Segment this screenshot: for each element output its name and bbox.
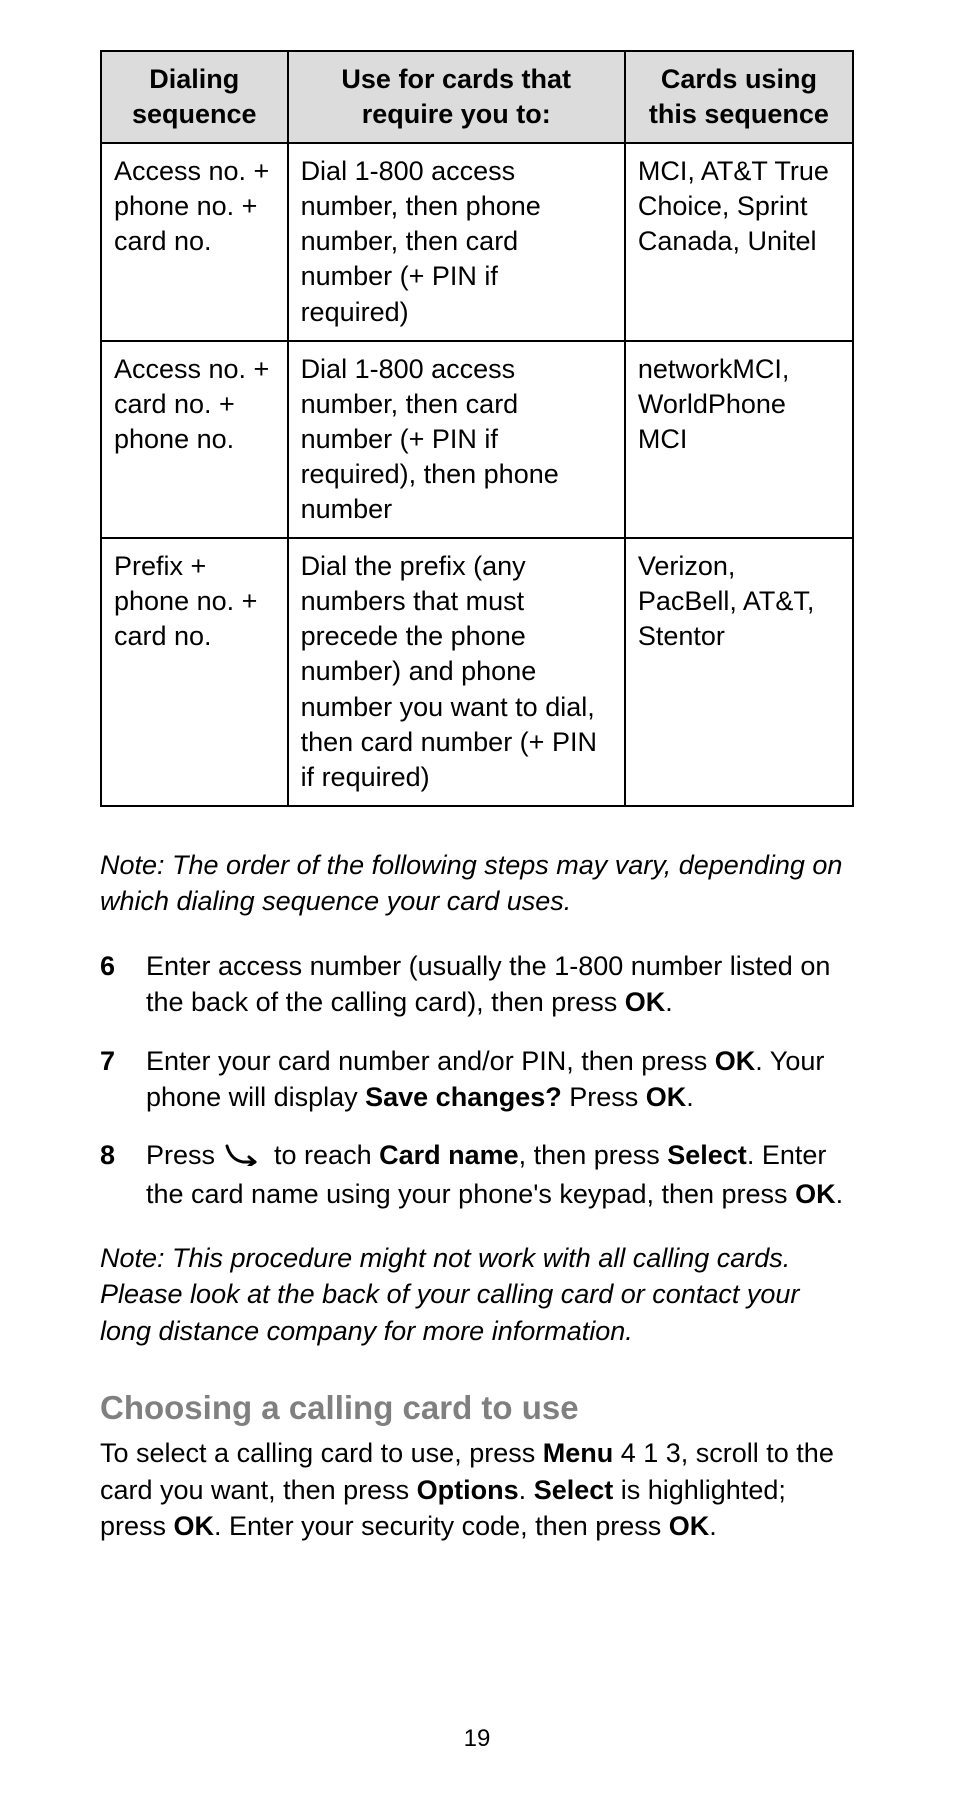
col-header-dialing: Dialing sequence bbox=[101, 51, 288, 143]
step-6: Enter access number (usually the 1-800 n… bbox=[100, 948, 854, 1021]
cell-seq: Access no. + phone no. + card no. bbox=[101, 143, 288, 340]
cell-use: Dial 1-800 access number, then phone num… bbox=[288, 143, 625, 340]
cell-cards: Verizon, PacBell, AT&T, Stentor bbox=[625, 538, 853, 806]
page-number: 19 bbox=[100, 1725, 854, 1753]
table-row: Access no. + phone no. + card no. Dial 1… bbox=[101, 143, 853, 340]
table-row: Access no. + card no. + phone no. Dial 1… bbox=[101, 341, 853, 538]
cell-cards: MCI, AT&T True Choice, Sprint Canada, Un… bbox=[625, 143, 853, 340]
cell-use: Dial 1-800 access number, then card numb… bbox=[288, 341, 625, 538]
section-heading: Choosing a calling card to use bbox=[100, 1389, 854, 1427]
cell-use: Dial the prefix (any numbers that must p… bbox=[288, 538, 625, 806]
scroll-down-icon bbox=[225, 1139, 261, 1175]
step-7: Enter your card number and/or PIN, then … bbox=[100, 1043, 854, 1116]
dialing-sequence-table: Dialing sequence Use for cards that requ… bbox=[100, 50, 854, 807]
document-page: Dialing sequence Use for cards that requ… bbox=[0, 0, 954, 1803]
section-body: To select a calling card to use, press M… bbox=[100, 1435, 854, 1544]
note-order: Note: The order of the following steps m… bbox=[100, 847, 854, 920]
cell-seq: Access no. + card no. + phone no. bbox=[101, 341, 288, 538]
cell-cards: networkMCI, WorldPhone MCI bbox=[625, 341, 853, 538]
note-procedure: Note: This procedure might not work with… bbox=[100, 1240, 854, 1349]
cell-seq: Prefix + phone no. + card no. bbox=[101, 538, 288, 806]
table-row: Prefix + phone no. + card no. Dial the p… bbox=[101, 538, 853, 806]
step-8: Press to reach Card name, then press Sel… bbox=[100, 1137, 854, 1212]
col-header-cards: Cards using this sequence bbox=[625, 51, 853, 143]
table-header-row: Dialing sequence Use for cards that requ… bbox=[101, 51, 853, 143]
steps-list: Enter access number (usually the 1-800 n… bbox=[100, 948, 854, 1212]
col-header-use: Use for cards that require you to: bbox=[288, 51, 625, 143]
